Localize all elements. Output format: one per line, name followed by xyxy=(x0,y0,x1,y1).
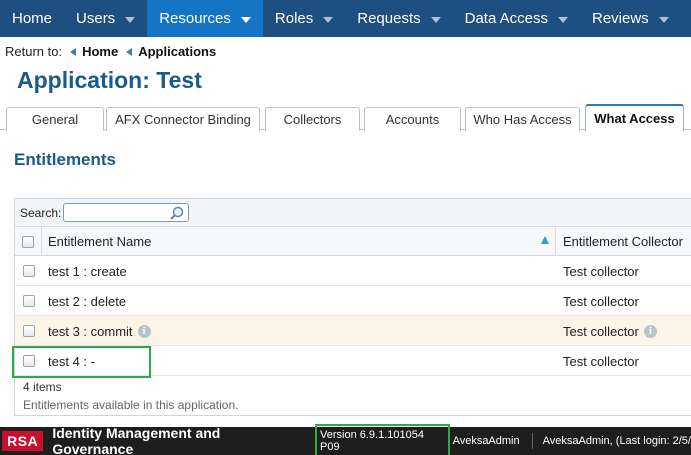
entitlement-collector-cell: Test collector xyxy=(556,286,691,316)
breadcrumb-prefix: Return to: xyxy=(5,44,63,59)
column-header-label: Entitlement Name xyxy=(48,234,152,249)
tab-what-access[interactable]: What Access xyxy=(585,104,684,131)
footer-user: AveksaAdmin xyxy=(452,435,520,447)
page-title: Application: Test xyxy=(17,67,202,93)
entitlement-name-cell: test 1 : create xyxy=(42,256,556,286)
table-row[interactable]: test 1 : create Test collector xyxy=(15,256,691,286)
entitlement-collector: Test collector xyxy=(563,323,639,339)
entitlement-collector: Test collector xyxy=(563,263,639,279)
tab-label: General xyxy=(31,112,79,127)
chevron-down-icon xyxy=(658,16,669,23)
last-login-text: AveksaAdmin, (Last login: 2/5/ xyxy=(542,435,691,447)
entitlement-collector: Test collector xyxy=(563,293,639,309)
column-header-entitlement-name[interactable]: Entitlement Name xyxy=(42,227,556,256)
footer-bar: RSA Identity Management and Governance V… xyxy=(0,424,691,455)
row-check-cell xyxy=(15,346,42,376)
row-check-cell xyxy=(15,316,42,346)
search-input[interactable] xyxy=(68,204,169,221)
rsa-logo: RSA xyxy=(2,431,44,451)
row-check-cell xyxy=(15,286,42,316)
select-all-cell xyxy=(15,227,42,256)
sort-ascending-icon xyxy=(541,236,549,244)
entitlement-name: test 1 : create xyxy=(48,263,127,279)
select-all-checkbox[interactable] xyxy=(22,235,34,248)
row-checkbox[interactable] xyxy=(22,295,35,307)
nav-requests-label: Requests xyxy=(357,10,421,27)
nav-users-label: Users xyxy=(76,10,116,27)
nav-home-label: Home xyxy=(12,10,53,27)
breadcrumb: Return to: Home Applications xyxy=(5,44,216,59)
top-nav: Home Users Resources Roles Requests Data… xyxy=(0,0,691,37)
info-icon[interactable]: i xyxy=(137,324,151,338)
entitlement-name-cell: test 3 : commit i xyxy=(42,316,556,346)
table-row[interactable]: test 4 : - Test collector xyxy=(15,346,691,376)
tab-label: Accounts xyxy=(385,112,440,127)
chevron-down-icon xyxy=(240,16,251,23)
grid-header: Entitlement Name Entitlement Collector xyxy=(15,227,691,256)
arrow-left-icon xyxy=(70,47,77,56)
entitlement-name: test 4 : - xyxy=(48,353,95,369)
entitlement-name: test 3 : commit xyxy=(48,323,133,339)
tab-afx-connector-binding[interactable]: AFX Connector Binding xyxy=(106,107,260,131)
row-checkbox[interactable] xyxy=(22,325,35,337)
nav-reviews[interactable]: Reviews xyxy=(580,0,681,37)
nav-data-access-label: Data Access xyxy=(464,10,548,27)
product-name: Identity Management and Governance xyxy=(52,425,221,455)
tab-accounts[interactable]: Accounts xyxy=(364,107,461,131)
breadcrumb-home-link[interactable]: Home xyxy=(82,44,118,59)
column-header-label: Entitlement Collector xyxy=(563,234,683,249)
search-icon[interactable] xyxy=(169,205,185,221)
entitlement-name-cell: test 4 : - xyxy=(42,346,556,376)
nav-resources[interactable]: Resources xyxy=(147,0,263,37)
grid-footer: 4 items Entitlements available in this a… xyxy=(15,376,691,412)
table-row[interactable]: test 3 : commit i Test collector i xyxy=(15,316,691,346)
version-label: Version 6.9.1.101054 P09 xyxy=(315,424,450,455)
divider xyxy=(531,433,533,449)
row-checkbox[interactable] xyxy=(22,265,35,277)
column-header-entitlement-collector[interactable]: Entitlement Collector xyxy=(556,227,691,256)
row-checkbox[interactable] xyxy=(22,355,35,367)
entitlement-name: test 2 : delete xyxy=(48,293,127,309)
nav-roles-label: Roles xyxy=(274,10,314,27)
tab-bar: General AFX Connector Binding Collectors… xyxy=(0,104,691,131)
breadcrumb-applications-link[interactable]: Applications xyxy=(138,44,216,59)
entitlement-collector-cell: Test collector xyxy=(556,256,691,286)
arrow-left-icon xyxy=(126,47,133,56)
search-label: Search: xyxy=(20,205,62,220)
nav-roles[interactable]: Roles xyxy=(263,0,345,37)
row-check-cell xyxy=(15,256,42,286)
tab-label: AFX Connector Binding xyxy=(115,112,251,127)
nav-reviews-label: Reviews xyxy=(592,10,649,27)
chevron-down-icon xyxy=(125,16,136,23)
nav-users[interactable]: Users xyxy=(64,0,147,37)
table-row[interactable]: test 2 : delete Test collector xyxy=(15,286,691,316)
chevron-down-icon xyxy=(323,16,334,23)
grid-search-bar: Search: xyxy=(15,199,691,227)
section-title: Entitlements xyxy=(14,150,117,169)
tab-collectors[interactable]: Collectors xyxy=(265,107,360,131)
tab-label: Who Has Access xyxy=(473,112,572,127)
tab-general[interactable]: General xyxy=(6,107,104,131)
grid-description: Entitlements available in this applicati… xyxy=(23,398,239,412)
tab-label: What Access xyxy=(594,111,675,126)
entitlement-collector-cell: Test collector i xyxy=(556,316,691,346)
item-count: 4 items xyxy=(23,380,62,394)
entitlements-grid: Search: Entitlement Name Entitlement Col… xyxy=(14,198,691,416)
nav-requests[interactable]: Requests xyxy=(345,0,452,37)
chevron-down-icon xyxy=(430,16,441,23)
entitlement-name-cell: test 2 : delete xyxy=(42,286,556,316)
tab-label: Collectors xyxy=(283,112,342,127)
nav-home[interactable]: Home xyxy=(0,0,64,37)
info-icon[interactable]: i xyxy=(643,324,657,338)
nav-resources-label: Resources xyxy=(159,10,231,27)
search-box xyxy=(63,203,190,222)
tab-who-has-access[interactable]: Who Has Access xyxy=(465,107,580,131)
chevron-down-icon xyxy=(558,16,568,23)
nav-data-access[interactable]: Data Access xyxy=(453,0,580,37)
entitlement-collector-cell: Test collector xyxy=(556,346,691,376)
entitlement-collector: Test collector xyxy=(563,353,639,369)
